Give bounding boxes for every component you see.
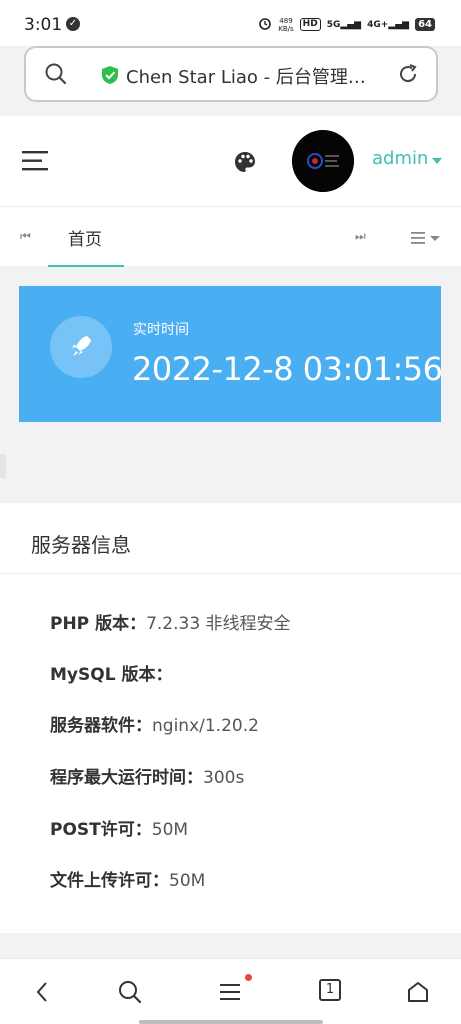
tab-home[interactable]: 首页 [48, 207, 124, 267]
battery-indicator: 64 [415, 18, 435, 31]
realtime-label: 实时时间 [133, 322, 189, 338]
info-value: nginx/1.20.2 [152, 716, 259, 736]
address-bar[interactable]: Chen Star Liao - 后台管理… [24, 46, 438, 102]
info-label: MySQL 版本： [50, 665, 173, 685]
status-bar: 3:01 ✓ 489 KB/s HD 5G▂▄▆ 4G+▂▄▆ 64 [0, 0, 461, 46]
menu-icon[interactable] [22, 150, 50, 172]
check-icon: ✓ [66, 17, 80, 31]
chevron-down-icon[interactable] [432, 158, 442, 164]
rocket-badge [50, 316, 112, 378]
hd-badge: HD [299, 18, 321, 31]
tab-bar: ⏮ 首页 ⏭ [0, 206, 461, 267]
shield-check-icon [102, 66, 118, 84]
user-name[interactable]: admin [372, 148, 428, 169]
info-label: 文件上传许可： [50, 871, 169, 891]
net-speed-unit: KB/s [278, 24, 294, 33]
info-label: POST许可： [50, 820, 152, 840]
info-row-post: POST许可：50M [50, 815, 188, 840]
status-icons: 489 KB/s HD 5G▂▄▆ 4G+▂▄▆ 64 [258, 16, 435, 33]
avatar[interactable] [292, 130, 354, 192]
info-value: 7.2.33 非线程安全 [146, 614, 291, 634]
info-value: 50M [169, 871, 206, 891]
palette-icon[interactable] [233, 150, 257, 174]
realtime-card: 实时时间 2022-12-8 03:01:56 [19, 286, 443, 422]
net-speed: 489 KB/s [278, 17, 293, 33]
rocket-icon [72, 336, 91, 356]
status-time: 3:01 [24, 15, 63, 35]
realtime-value: 2022-12-8 03:01:56 [132, 350, 443, 388]
alarm-icon [258, 16, 272, 33]
menu-icon[interactable] [218, 979, 244, 1005]
search-icon[interactable] [117, 979, 143, 1005]
info-value: 50M [151, 820, 189, 840]
info-row-mysql: MySQL 版本： [50, 660, 172, 685]
tabs-count-button[interactable]: 1 [319, 979, 341, 1001]
tab-menu-icon[interactable] [411, 231, 441, 245]
app-header: admin [0, 116, 461, 206]
url-title[interactable]: Chen Star Liao - 后台管理… [126, 63, 396, 89]
tab-next-icon[interactable]: ⏭ [355, 229, 366, 244]
info-label: 程序最大运行时间： [50, 768, 203, 788]
scroll-edge [0, 454, 6, 478]
info-row-server-software: 服务器软件：nginx/1.20.2 [50, 711, 259, 736]
network-label: 5G [326, 19, 341, 30]
browser-bottom-nav: 1 [0, 958, 461, 1024]
info-row-max-exec-time: 程序最大运行时间：300s [50, 763, 244, 788]
reload-icon[interactable] [396, 62, 420, 86]
info-label: PHP 版本： [50, 614, 147, 634]
back-icon[interactable] [30, 979, 56, 1005]
search-icon[interactable] [44, 62, 68, 86]
tab-home-label: 首页 [68, 230, 102, 250]
divider [0, 573, 461, 574]
server-info-title: 服务器信息 [31, 533, 131, 557]
info-row-php: PHP 版本：7.2.33 非线程安全 [50, 609, 291, 634]
signal-5g: 5G▂▄▆ [326, 19, 362, 30]
home-icon[interactable] [405, 979, 431, 1005]
server-info-card: 服务器信息 PHP 版本：7.2.33 非线程安全 MySQL 版本： 服务器软… [0, 503, 461, 933]
notification-dot [245, 974, 252, 981]
signal-4g: 4G+▂▄▆ [367, 19, 410, 30]
info-value: 300s [203, 768, 245, 788]
tab-prev-icon[interactable]: ⏮ [20, 229, 31, 244]
network2-label: 4G+ [367, 19, 389, 30]
home-indicator [139, 1020, 323, 1024]
info-label: 服务器软件： [50, 716, 152, 736]
avatar-logo-icon [292, 130, 354, 192]
info-row-upload: 文件上传许可：50M [50, 866, 205, 891]
net-speed-value: 489 [279, 16, 293, 25]
